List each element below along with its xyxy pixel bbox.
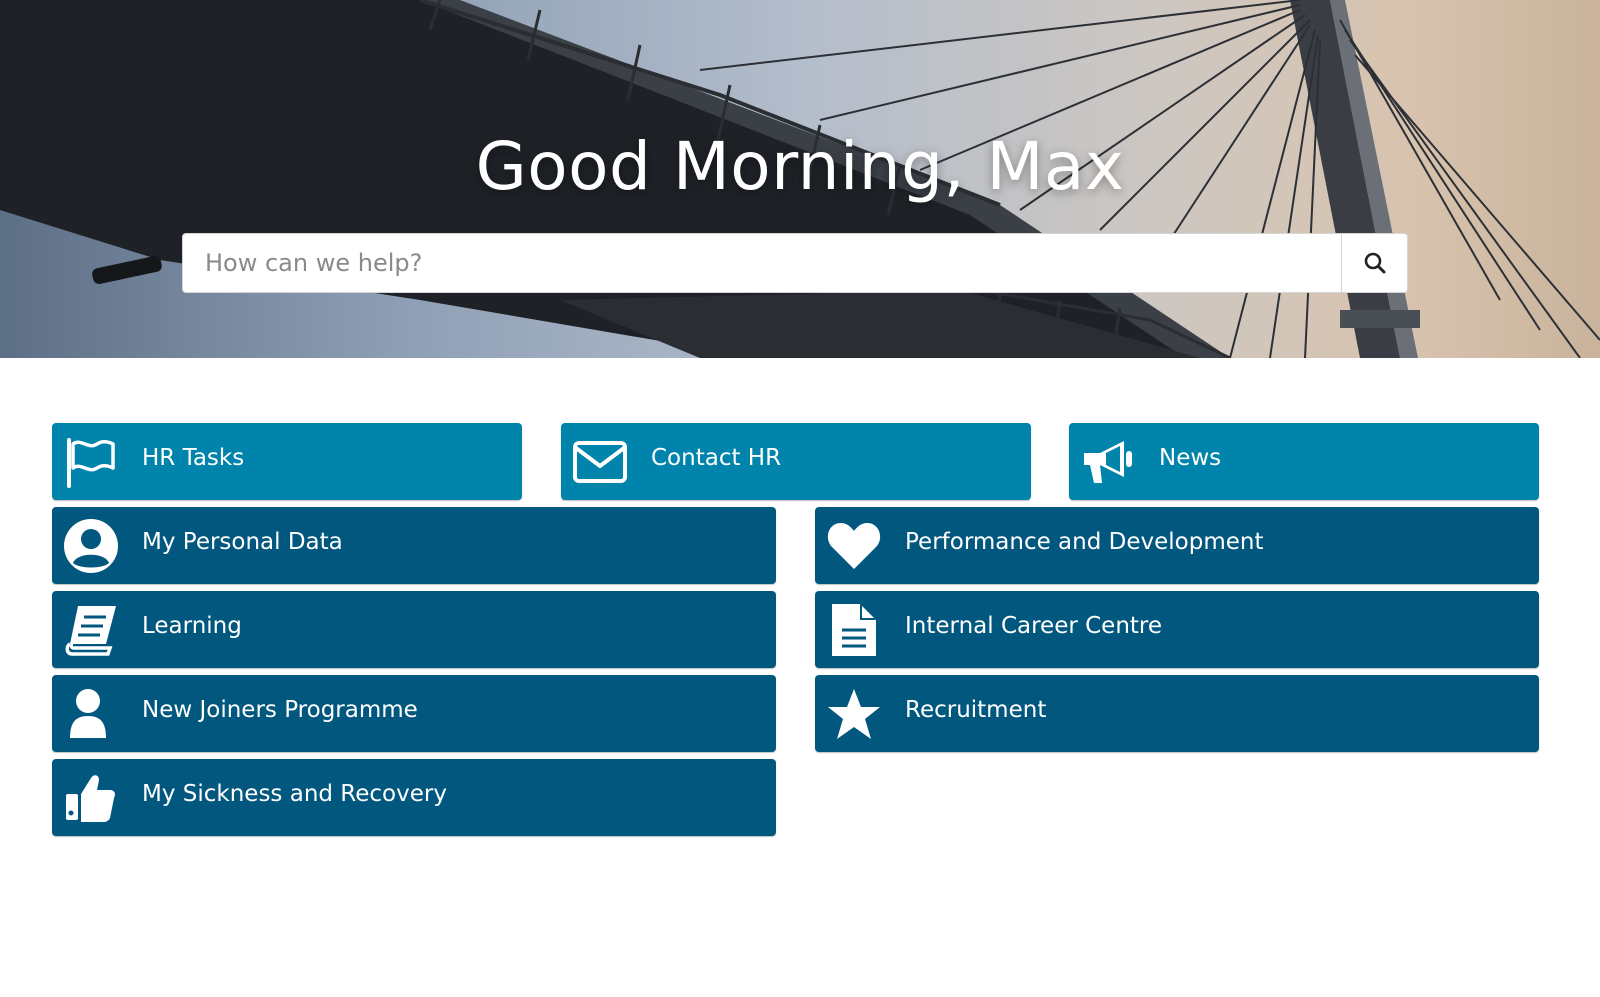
tile-contact-hr[interactable]: Contact HR bbox=[561, 423, 1031, 500]
tile-performance-and-development[interactable]: Performance and Development bbox=[815, 507, 1539, 584]
tile-my-personal-data[interactable]: My Personal Data bbox=[52, 507, 776, 584]
tile-label: New Joiners Programme bbox=[142, 697, 418, 723]
search-input[interactable] bbox=[183, 234, 1341, 292]
heart-icon bbox=[825, 517, 883, 575]
user-circle-icon bbox=[62, 517, 120, 575]
search-bar bbox=[182, 233, 1408, 293]
tile-internal-career-centre[interactable]: Internal Career Centre bbox=[815, 591, 1539, 668]
tile-recruitment[interactable]: Recruitment bbox=[815, 675, 1539, 752]
tile-label: Learning bbox=[142, 613, 242, 639]
tile-my-sickness-and-recovery[interactable]: My Sickness and Recovery bbox=[52, 759, 776, 836]
tile-label: Contact HR bbox=[651, 445, 782, 471]
tile-hr-tasks[interactable]: HR Tasks bbox=[52, 423, 522, 500]
tile-learning[interactable]: Learning bbox=[52, 591, 776, 668]
greeting-heading: Good Morning, Max bbox=[475, 128, 1125, 205]
tile-label: HR Tasks bbox=[142, 445, 245, 471]
document-icon bbox=[825, 601, 883, 659]
tile-label: Internal Career Centre bbox=[905, 613, 1163, 639]
tile-label: My Personal Data bbox=[142, 529, 343, 555]
tile-new-joiners-programme[interactable]: New Joiners Programme bbox=[52, 675, 776, 752]
star-icon bbox=[825, 685, 883, 743]
envelope-icon bbox=[571, 433, 629, 491]
megaphone-icon bbox=[1079, 433, 1137, 491]
tile-label: Recruitment bbox=[905, 697, 1047, 723]
tile-label: Performance and Development bbox=[905, 529, 1264, 555]
book-icon bbox=[62, 601, 120, 659]
search-button[interactable] bbox=[1341, 234, 1407, 292]
thumbs-up-icon bbox=[62, 769, 120, 827]
tile-news[interactable]: News bbox=[1069, 423, 1539, 500]
hero-banner: Good Morning, Max bbox=[0, 0, 1600, 358]
tile-label: News bbox=[1159, 445, 1222, 471]
user-icon bbox=[62, 685, 120, 743]
flag-icon bbox=[62, 433, 120, 491]
tile-label: My Sickness and Recovery bbox=[142, 781, 447, 807]
search-icon bbox=[1364, 252, 1385, 274]
